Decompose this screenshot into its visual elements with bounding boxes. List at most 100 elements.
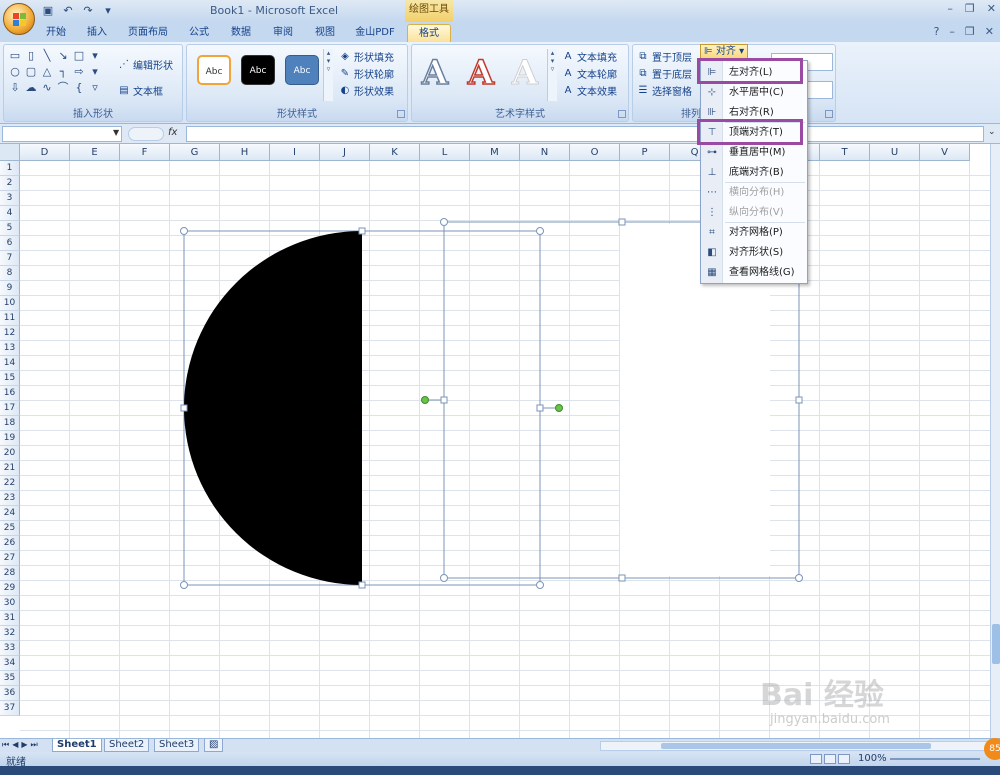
vertical-scrollbar[interactable] — [990, 144, 1000, 738]
send-to-back-button[interactable]: ⧉ 置于底层 — [637, 66, 692, 82]
help-icon[interactable]: ? — [934, 25, 940, 38]
first-sheet-icon[interactable]: ⏮ — [2, 740, 9, 750]
sheet-tab-2[interactable]: Sheet2 — [104, 739, 150, 752]
wordart-style-outline[interactable]: A — [416, 52, 454, 94]
wordart-style-red[interactable]: A — [462, 52, 500, 94]
shape-gallery[interactable]: ▭ ▯ ╲ ↘ □ ▾ ○ ▢ △ ┐ ⇨ ▾ ⇩ ☁ ∿ ⌒ { ▿ — [8, 49, 108, 97]
tab-page-layout[interactable]: 页面布局 — [122, 24, 174, 42]
restore-icon[interactable]: ❐ — [965, 2, 975, 15]
workbook-close-icon[interactable]: ✕ — [985, 25, 994, 38]
text-fill-button[interactable]: A 文本填充 — [562, 49, 617, 65]
shape-arrow-icon[interactable]: ↘ — [56, 49, 70, 63]
text-box-button[interactable]: ▤ 文本框 — [118, 83, 163, 99]
next-sheet-icon[interactable]: ▶ — [21, 740, 27, 750]
tab-format[interactable]: 格式 — [407, 24, 451, 42]
minimize-icon[interactable]: – — [947, 2, 953, 15]
workbook-restore-icon[interactable]: ❐ — [965, 25, 975, 38]
vertical-scroll-thumb[interactable] — [992, 624, 1000, 664]
shape-oval-icon[interactable]: ○ — [8, 65, 22, 79]
shape-fill-button[interactable]: ◈ 形状填充 — [339, 49, 394, 65]
save-icon[interactable]: ▣ — [40, 3, 56, 19]
tab-home[interactable]: 开始 — [38, 24, 74, 42]
shape-brace-icon[interactable]: { — [72, 81, 86, 95]
tab-view[interactable]: 视图 — [308, 24, 342, 42]
size-launcher[interactable] — [825, 110, 833, 118]
shape-curve-icon[interactable]: ∿ — [40, 81, 54, 95]
text-effects-button[interactable]: A 文本效果 — [562, 83, 617, 99]
shape-rounded-icon[interactable]: ▢ — [24, 65, 38, 79]
menu-item-align-top[interactable]: ⊤ 顶端对齐(T) — [701, 123, 807, 143]
zoom-level[interactable]: 100% — [858, 753, 887, 764]
shape-rect-icon[interactable]: □ — [72, 49, 86, 63]
redo-icon[interactable]: ↷ — [80, 3, 96, 19]
wordart-launcher[interactable] — [618, 110, 626, 118]
ribbon-minimize-icon[interactable]: – — [949, 25, 955, 38]
page-layout-view-icon[interactable] — [824, 754, 836, 764]
prev-sheet-icon[interactable]: ◀ — [12, 740, 18, 750]
zoom-slider[interactable] — [890, 758, 980, 760]
insert-sheet-button[interactable]: ▨ — [204, 739, 224, 752]
tab-formulas[interactable]: 公式 — [182, 24, 216, 42]
shape-cloud-icon[interactable]: ☁ — [24, 81, 38, 95]
shape-vtextbox-icon[interactable]: ▯ — [24, 49, 38, 63]
bring-to-front-button[interactable]: ⧉ 置于顶层 — [637, 49, 692, 65]
shape-styles-launcher[interactable] — [397, 110, 405, 118]
menu-item-align-right[interactable]: ⊪ 右对齐(R) — [701, 103, 807, 123]
menu-item-align-center[interactable]: ⊹ 水平居中(C) — [701, 83, 807, 103]
adjust-handle-1[interactable] — [421, 396, 429, 404]
name-box[interactable] — [2, 126, 122, 142]
shape-down-arrow-icon[interactable]: ⇩ — [8, 81, 22, 95]
name-box-dropdown-icon[interactable]: ▼ — [113, 128, 119, 137]
shape-arc-icon[interactable]: ⌒ — [56, 81, 70, 95]
wordart-scroller[interactable]: ▴ ▾ ▿ — [547, 49, 557, 101]
menu-item-align-bottom[interactable]: ⊥ 底端对齐(B) — [701, 163, 807, 183]
worksheet-grid[interactable]: DEFGHIJKLMNOPQRSTUV 12345678910111213141… — [0, 144, 990, 738]
close-icon[interactable]: ✕ — [987, 2, 996, 15]
shape-style-orange[interactable]: Abc — [197, 55, 231, 85]
menu-item-snap-shape[interactable]: ◧ 对齐形状(S) — [701, 243, 807, 263]
customize-qat-icon[interactable]: ▾ — [100, 3, 116, 19]
tab-review[interactable]: 审阅 — [266, 24, 300, 42]
shape-style-black[interactable]: Abc — [241, 55, 275, 85]
shape-outline-button[interactable]: ✎ 形状轮廓 — [339, 66, 394, 82]
formula-input[interactable] — [186, 126, 984, 142]
tab-data[interactable]: 数据 — [224, 24, 258, 42]
horizontal-scrollbar[interactable] — [600, 741, 990, 751]
expand-formula-icon[interactable]: ⌄ — [988, 127, 996, 137]
menu-item-snap-grid[interactable]: ⌗ 对齐网格(P) — [701, 223, 807, 243]
last-sheet-icon[interactable]: ⏭ — [31, 740, 38, 750]
office-button[interactable] — [3, 3, 35, 35]
floating-badge[interactable]: 85 — [984, 738, 1000, 760]
insert-function-button[interactable]: fx — [168, 127, 177, 138]
shape-right-arrow-icon[interactable]: ⇨ — [72, 65, 86, 79]
shape-textbox-icon[interactable]: ▭ — [8, 49, 22, 63]
edit-shape-button[interactable]: ⋰ 编辑形状 — [118, 57, 173, 73]
horizontal-scroll-thumb[interactable] — [661, 743, 931, 749]
align-button[interactable]: ⊫ 对齐 ▾ — [700, 44, 748, 60]
tab-insert[interactable]: 插入 — [80, 24, 114, 42]
shape-triangle-icon[interactable]: △ — [40, 65, 54, 79]
selection-pane-button[interactable]: ☰ 选择窗格 — [637, 83, 692, 99]
shape-expand-icon[interactable]: ▿ — [88, 81, 102, 95]
normal-view-icon[interactable] — [810, 754, 822, 764]
menu-item-align-left[interactable]: ⊫ 左对齐(L) — [701, 63, 807, 83]
half-circle-shape[interactable] — [184, 231, 362, 585]
shape-scroll-icon[interactable]: ▾ — [88, 65, 102, 79]
menu-item-align-middle[interactable]: ⊶ 垂直居中(M) — [701, 143, 807, 163]
adjust-handle-2[interactable] — [555, 404, 563, 412]
shape-more-icon[interactable]: ▾ — [88, 49, 102, 63]
wordart-style-plain[interactable]: A — [506, 53, 544, 94]
shape-line-icon[interactable]: ╲ — [40, 49, 54, 63]
sheet-tab-3[interactable]: Sheet3 — [154, 739, 200, 752]
shape-style-blue[interactable]: Abc — [285, 55, 319, 85]
page-break-view-icon[interactable] — [838, 754, 850, 764]
text-outline-button[interactable]: A 文本轮廓 — [562, 66, 617, 82]
shape-effects-button[interactable]: ◐ 形状效果 — [339, 83, 394, 99]
sheet-tab-1[interactable]: Sheet1 — [52, 739, 102, 752]
menu-item-view-gridlines[interactable]: ▦ 查看网格线(G) — [701, 263, 807, 283]
shape-styles-scroller[interactable]: ▴ ▾ ▿ — [323, 49, 333, 101]
formula-bar-toggle[interactable] — [128, 127, 164, 141]
tab-pdf[interactable]: 金山PDF — [350, 24, 400, 42]
undo-icon[interactable]: ↶ — [60, 3, 76, 19]
shape-connector-icon[interactable]: ┐ — [56, 65, 70, 79]
